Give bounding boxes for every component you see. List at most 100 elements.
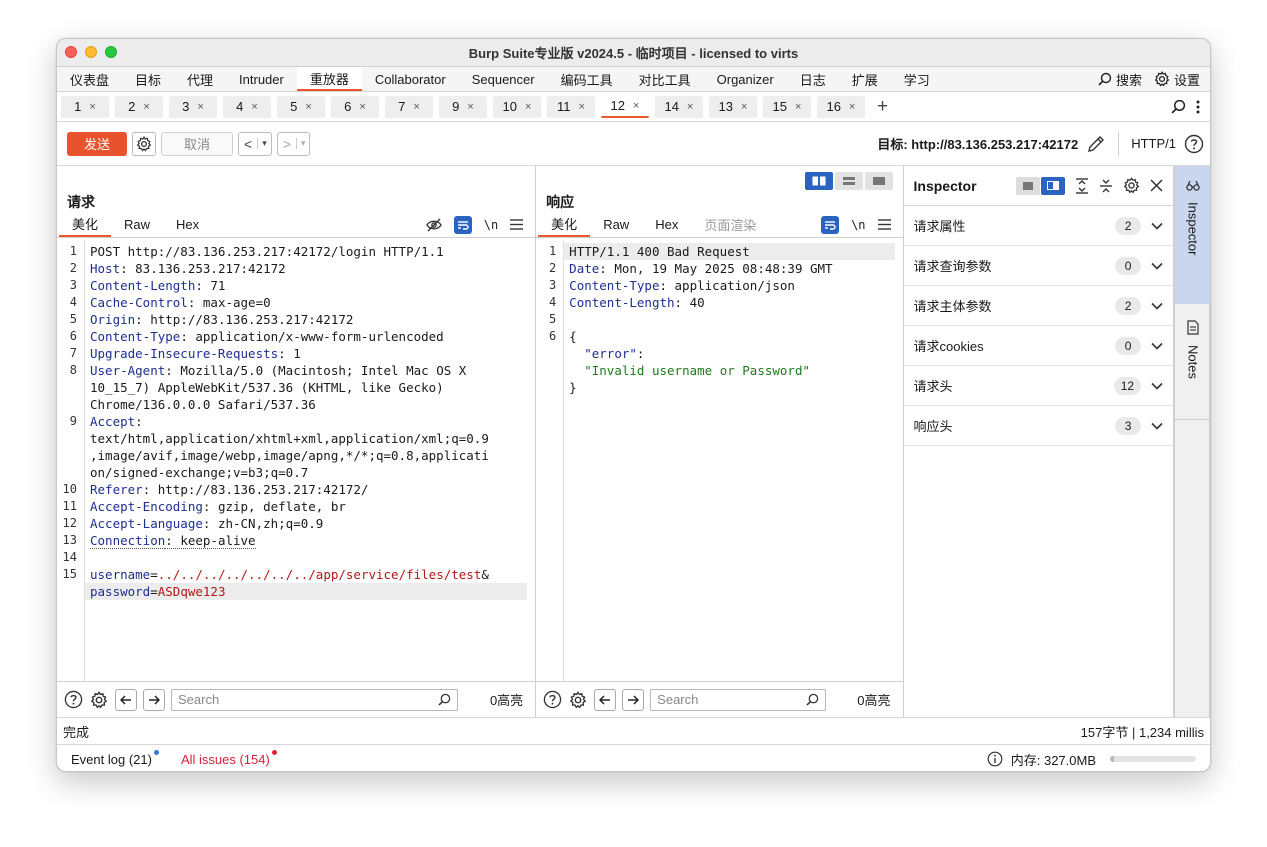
previous-match-button[interactable] — [115, 688, 137, 711]
repeater-tab[interactable]: 3 × — [169, 95, 217, 118]
tab-close-icon[interactable]: × — [795, 101, 801, 113]
repeater-tab[interactable]: 14 × — [655, 95, 703, 118]
help-icon[interactable] — [1184, 134, 1204, 154]
repeater-tab[interactable]: 15 × — [763, 95, 811, 118]
repeater-tab[interactable]: 10 × — [493, 95, 541, 118]
tab-close-icon[interactable]: × — [359, 101, 365, 113]
menu-item[interactable]: 对比工具 — [626, 67, 704, 91]
edit-target-icon[interactable] — [1086, 134, 1106, 154]
tab-close-icon[interactable]: × — [89, 101, 95, 113]
menu-item[interactable]: 仪表盘 — [57, 67, 122, 91]
cancel-button[interactable]: 取消 — [161, 131, 233, 156]
event-log-link[interactable]: Event log (21) — [71, 749, 159, 767]
wrap-lines-icon[interactable] — [821, 215, 840, 234]
side-tab-inspector[interactable]: Inspector — [1175, 166, 1210, 304]
search-settings-button[interactable] — [89, 690, 109, 710]
inspector-section[interactable]: 请求属性 2 — [903, 206, 1174, 246]
gear-icon[interactable] — [1123, 177, 1140, 194]
response-code[interactable]: 1 HTTP/1.1 400 Bad Request 2 Date: Mon, 19 … — [549, 243, 895, 396]
previous-match-button[interactable] — [594, 688, 617, 711]
tab-close-icon[interactable]: × — [687, 101, 693, 113]
chevron-down-icon[interactable] — [1141, 422, 1173, 430]
expand-all-icon[interactable] — [1075, 177, 1089, 194]
request-editor[interactable]: 1 POST http://83.136.253.217:42172/login … — [57, 239, 535, 681]
tab-close-icon[interactable]: × — [467, 101, 473, 113]
menu-item[interactable]: Sequencer — [459, 67, 548, 91]
response-search-input[interactable]: Search — [650, 688, 827, 711]
layout-side-by-side[interactable] — [804, 172, 833, 190]
menu-icon[interactable] — [510, 219, 524, 230]
tab-close-icon[interactable]: × — [579, 101, 585, 113]
close-icon[interactable] — [1150, 179, 1163, 192]
menu-item[interactable]: Collaborator — [362, 67, 459, 91]
chevron-down-icon[interactable] — [1141, 262, 1173, 270]
menu-item[interactable]: 学习 — [891, 67, 943, 91]
layout-tabbed[interactable] — [864, 172, 893, 190]
menu-icon[interactable] — [877, 219, 891, 230]
search-menu[interactable]: 搜索 — [1098, 70, 1142, 89]
next-match-button[interactable] — [622, 688, 645, 711]
layout-stacked[interactable] — [834, 172, 863, 190]
side-tab-notes[interactable]: Notes — [1175, 306, 1210, 420]
tab-close-icon[interactable]: × — [849, 101, 855, 113]
response-view-tab[interactable]: Raw — [590, 212, 642, 237]
response-view-tab[interactable]: Hex — [642, 212, 691, 237]
collapse-all-icon[interactable] — [1099, 178, 1113, 194]
tab-close-icon[interactable]: × — [305, 101, 311, 113]
inspector-section[interactable]: 响应头 3 — [903, 406, 1174, 446]
inspector-section[interactable]: 请求主体参数 2 — [903, 286, 1174, 326]
chevron-down-icon[interactable] — [1141, 382, 1173, 390]
menu-item[interactable]: 重放器 — [296, 67, 362, 91]
response-view-tab[interactable]: 美化 — [538, 212, 591, 237]
wrap-lines-icon[interactable] — [453, 215, 472, 234]
newline-toggle[interactable]: \n — [484, 218, 498, 232]
chevron-down-icon[interactable] — [1141, 302, 1173, 310]
tab-search-icon[interactable] — [1171, 99, 1186, 114]
back-button[interactable]: < — [239, 136, 257, 152]
chevron-down-icon[interactable] — [1141, 222, 1173, 230]
request-view-tab[interactable]: 美化 — [59, 212, 112, 237]
menu-item[interactable]: 编码工具 — [548, 67, 626, 91]
request-view-tab[interactable]: Raw — [111, 212, 163, 237]
inspector-section[interactable]: 请求头 12 — [903, 366, 1174, 406]
tab-close-icon[interactable]: × — [741, 101, 747, 113]
menu-item[interactable]: 扩展 — [839, 67, 891, 91]
newline-toggle[interactable]: \n — [851, 218, 865, 232]
repeater-tab[interactable]: 11 × — [547, 95, 595, 118]
repeater-tab[interactable]: 7 × — [385, 95, 433, 118]
menu-item[interactable]: 代理 — [174, 67, 226, 91]
menu-item[interactable]: Organizer — [704, 67, 787, 91]
history-back-group[interactable]: < ▾ — [238, 131, 272, 156]
repeater-tab[interactable]: 12 × — [601, 95, 649, 118]
send-settings-button[interactable] — [132, 131, 156, 156]
repeater-tab[interactable]: 16 × — [817, 95, 865, 118]
more-options-icon[interactable] — [1196, 100, 1200, 114]
inspector-layout-split[interactable] — [1041, 176, 1066, 195]
history-forward-group[interactable]: > ▾ — [276, 131, 311, 156]
repeater-tab[interactable]: 9 × — [439, 95, 487, 118]
tab-close-icon[interactable]: × — [413, 101, 419, 113]
menu-item[interactable]: 目标 — [122, 67, 174, 91]
tab-close-icon[interactable]: × — [525, 101, 531, 113]
tab-close-icon[interactable]: × — [251, 101, 257, 113]
tab-close-icon[interactable]: × — [197, 101, 203, 113]
close-window-button[interactable] — [65, 46, 77, 58]
back-dropdown-icon[interactable]: ▾ — [257, 138, 271, 149]
repeater-tab[interactable]: 2 × — [115, 95, 163, 118]
repeater-tab[interactable]: 5 × — [277, 95, 325, 118]
request-search-input[interactable]: Search — [171, 688, 458, 711]
menu-item[interactable]: 日志 — [787, 67, 839, 91]
forward-button[interactable]: > — [278, 136, 296, 152]
response-view-tab[interactable]: 页面渲染 — [691, 212, 769, 237]
forward-dropdown-icon[interactable]: ▾ — [295, 138, 310, 149]
menu-item[interactable]: Intruder — [226, 67, 297, 91]
repeater-tab[interactable]: 4 × — [223, 95, 271, 118]
next-match-button[interactable] — [143, 688, 165, 711]
help-button[interactable] — [63, 690, 83, 710]
help-button[interactable] — [542, 690, 562, 710]
send-button[interactable]: 发送 — [67, 131, 127, 156]
inspector-layout-list[interactable] — [1016, 176, 1041, 195]
tab-close-icon[interactable]: × — [633, 100, 639, 112]
maximize-window-button[interactable] — [105, 46, 117, 58]
all-issues-link[interactable]: All issues (154) — [181, 749, 277, 767]
